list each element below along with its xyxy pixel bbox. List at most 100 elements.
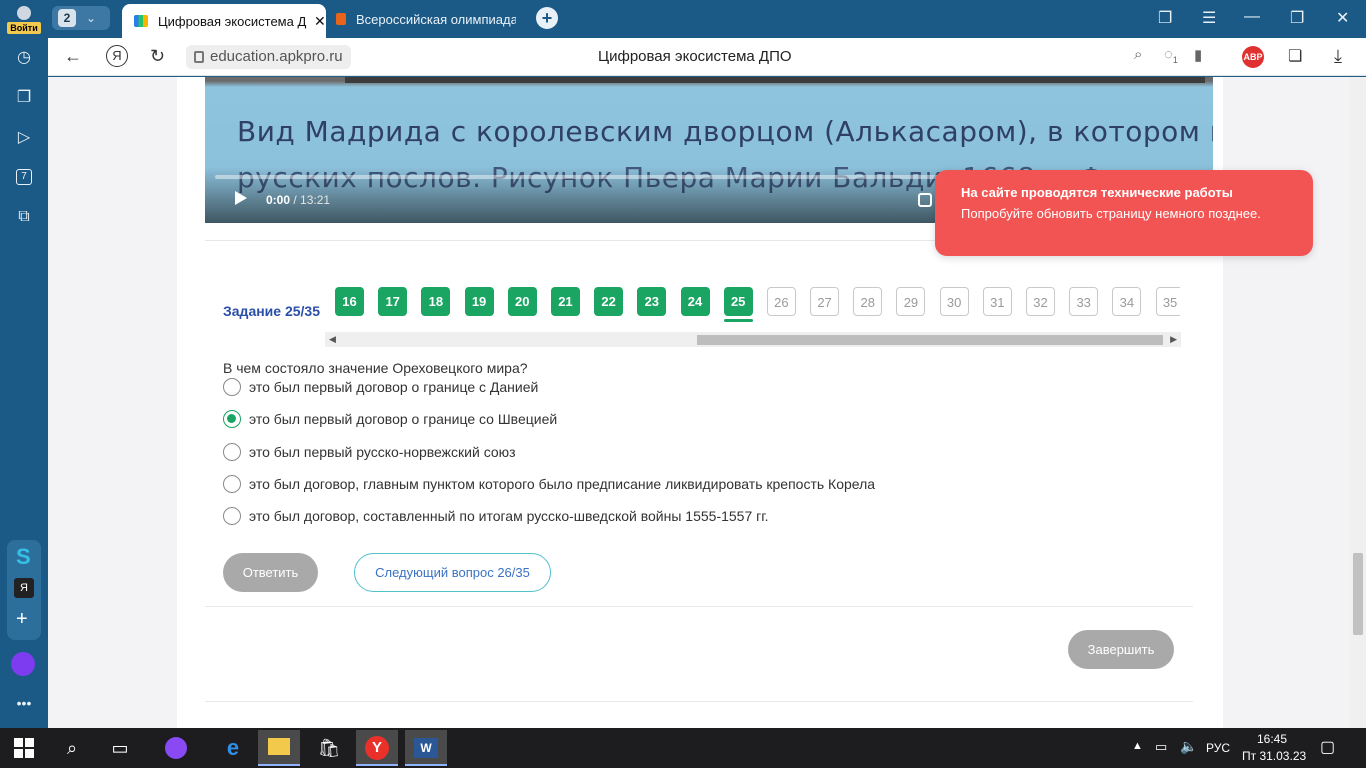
navigator-scrollbar[interactable]: ◀ ▶ <box>325 332 1181 347</box>
answer-option[interactable]: это был первый договор о границе с Дание… <box>223 377 538 397</box>
minimize-icon[interactable]: — <box>1244 8 1260 26</box>
app-ya-icon[interactable]: Я <box>14 578 34 598</box>
page-scrollbar-thumb[interactable] <box>1353 553 1363 635</box>
clock-date[interactable]: Пт 31.03.23 <box>1242 749 1306 763</box>
menu-icon[interactable]: ☰ <box>1202 8 1216 28</box>
sidebar-badge-button[interactable]: 7 <box>9 162 39 192</box>
extensions-icon[interactable]: ❏ <box>1288 46 1302 66</box>
question-number-33[interactable]: 33 <box>1069 287 1099 316</box>
screenshot-icon[interactable]: ⧉ <box>9 202 39 232</box>
question-number-17[interactable]: 17 <box>378 287 408 316</box>
restore-icon[interactable]: ❐ <box>1290 8 1304 28</box>
close-tab-icon[interactable]: ✕ <box>314 13 326 30</box>
question-number-18[interactable]: 18 <box>421 287 451 316</box>
alice-taskbar-icon[interactable] <box>163 735 189 761</box>
radio-icon[interactable] <box>223 475 241 493</box>
browser-sidebar: Войти ◷ ❐ ▷ 7 ⧉ S Я + ••• <box>0 0 48 728</box>
question-number-34[interactable]: 34 <box>1112 287 1142 316</box>
answer-option[interactable]: это был договор, составленный по итогам … <box>223 506 769 526</box>
url-field[interactable]: education.apkpro.ru <box>186 45 351 69</box>
reload-icon[interactable]: ↻ <box>150 46 165 67</box>
finish-button[interactable]: Завершить <box>1068 630 1174 669</box>
play-icon[interactable] <box>235 191 247 205</box>
login-button[interactable]: Войти <box>7 4 41 34</box>
alice-icon[interactable] <box>11 652 35 676</box>
edge-icon[interactable]: e <box>220 735 246 761</box>
sidebar-badge: 7 <box>16 169 32 185</box>
tab-count-button[interactable]: 2 ⌄ <box>52 6 110 30</box>
question-number-28[interactable]: 28 <box>853 287 883 316</box>
question-number-27[interactable]: 27 <box>810 287 840 316</box>
question-number-31[interactable]: 31 <box>982 287 1012 316</box>
explorer-app[interactable] <box>258 730 300 766</box>
clock-time[interactable]: 16:45 <box>1257 732 1287 746</box>
login-label: Войти <box>7 22 41 34</box>
answer-button[interactable]: Ответить <box>223 553 318 592</box>
language-indicator[interactable]: РУС <box>1206 741 1230 755</box>
close-window-icon[interactable]: ✕ <box>1336 8 1349 28</box>
site-favicon-icon <box>134 15 148 27</box>
question-text: В чем состояло значение Ореховецкого мир… <box>223 360 528 376</box>
toast-title: На сайте проводятся технические работы <box>961 185 1233 200</box>
bookmark-icon[interactable]: ▮ <box>1194 46 1202 64</box>
question-number-32[interactable]: 32 <box>1026 287 1055 316</box>
radio-selected-icon[interactable] <box>223 410 241 428</box>
windows-start-icon[interactable] <box>11 735 37 761</box>
add-app-icon[interactable]: + <box>16 608 28 631</box>
bookmarks-panel-icon[interactable]: ❐ <box>1158 8 1172 28</box>
question-number-29[interactable]: 29 <box>896 287 926 316</box>
lock-icon <box>194 51 204 63</box>
yandex-icon[interactable]: Я <box>106 45 128 67</box>
new-tab-button[interactable]: + <box>536 7 558 29</box>
tab-active[interactable]: Цифровая экосистема Д ✕ <box>122 4 326 38</box>
scroll-left-icon[interactable]: ◀ <box>329 334 336 345</box>
question-number-26[interactable]: 26 <box>766 287 796 316</box>
task-view-icon[interactable]: ▭ <box>107 735 133 761</box>
question-number-19[interactable]: 19 <box>464 287 494 316</box>
question-number-16[interactable]: 16 <box>335 287 364 316</box>
page-scrollbar[interactable] <box>1350 77 1366 728</box>
adblock-icon[interactable]: ABP <box>1242 46 1264 68</box>
answer-option-label: это был первый договор о границе с Дание… <box>249 379 539 395</box>
search-icon[interactable]: ⌕ <box>1134 46 1142 63</box>
answer-option[interactable]: это был первый русско-норвежский союз <box>223 442 516 462</box>
question-number-21[interactable]: 21 <box>550 287 580 316</box>
question-number-23[interactable]: 23 <box>637 287 667 316</box>
question-number-30[interactable]: 30 <box>939 287 969 316</box>
video-icon[interactable]: ▷ <box>9 122 39 152</box>
scroll-right-icon[interactable]: ▶ <box>1170 334 1177 345</box>
app-s-icon[interactable]: S <box>16 544 31 570</box>
radio-icon[interactable] <box>223 378 241 396</box>
word-app[interactable]: W <box>405 730 447 766</box>
question-number-24[interactable]: 24 <box>680 287 710 316</box>
next-question-button[interactable]: Следующий вопрос 26/35 <box>354 553 551 592</box>
store-icon[interactable]: 🛍 <box>316 735 342 761</box>
battery-icon[interactable]: ▭ <box>1155 739 1167 755</box>
tab-inactive[interactable]: Всероссийская олимпиада <box>326 4 522 34</box>
collections-icon[interactable]: ❐ <box>9 82 39 112</box>
yandex-browser-app[interactable]: Y <box>356 730 398 766</box>
downloads-activity-icon[interactable]: ◌1 <box>1164 46 1178 65</box>
history-icon[interactable]: ◷ <box>9 42 39 72</box>
answer-option[interactable]: это был договор, главным пунктом которог… <box>223 474 875 494</box>
answer-option[interactable]: это был первый договор о границе со Швец… <box>223 409 557 429</box>
back-icon[interactable]: ← <box>64 46 82 67</box>
search-icon[interactable]: ⌕ <box>59 735 85 761</box>
volume-icon[interactable]: 🔈 <box>1180 738 1197 755</box>
radio-icon[interactable] <box>223 507 241 525</box>
address-bar: ← Я ↻ education.apkpro.ru Цифровая экоси… <box>48 38 1366 76</box>
picture-in-picture-icon[interactable] <box>918 193 932 207</box>
sidebar-apps: S Я + <box>7 540 41 640</box>
download-icon[interactable]: ⤓ <box>1334 46 1342 67</box>
question-number-22[interactable]: 22 <box>594 287 624 316</box>
maintenance-toast[interactable]: На сайте проводятся технические работы П… <box>935 170 1313 256</box>
notifications-icon[interactable]: ▢ <box>1320 737 1335 757</box>
question-number-20[interactable]: 20 <box>507 287 537 316</box>
show-hidden-icons[interactable]: ▲ <box>1132 740 1143 752</box>
video-current-time: 0:00 <box>266 193 291 207</box>
question-number-35[interactable]: 35 <box>1155 287 1180 316</box>
question-number-25[interactable]: 25 <box>723 287 753 322</box>
more-icon[interactable]: ••• <box>9 688 39 718</box>
scrollbar-thumb[interactable] <box>697 335 1163 345</box>
radio-icon[interactable] <box>223 443 241 461</box>
